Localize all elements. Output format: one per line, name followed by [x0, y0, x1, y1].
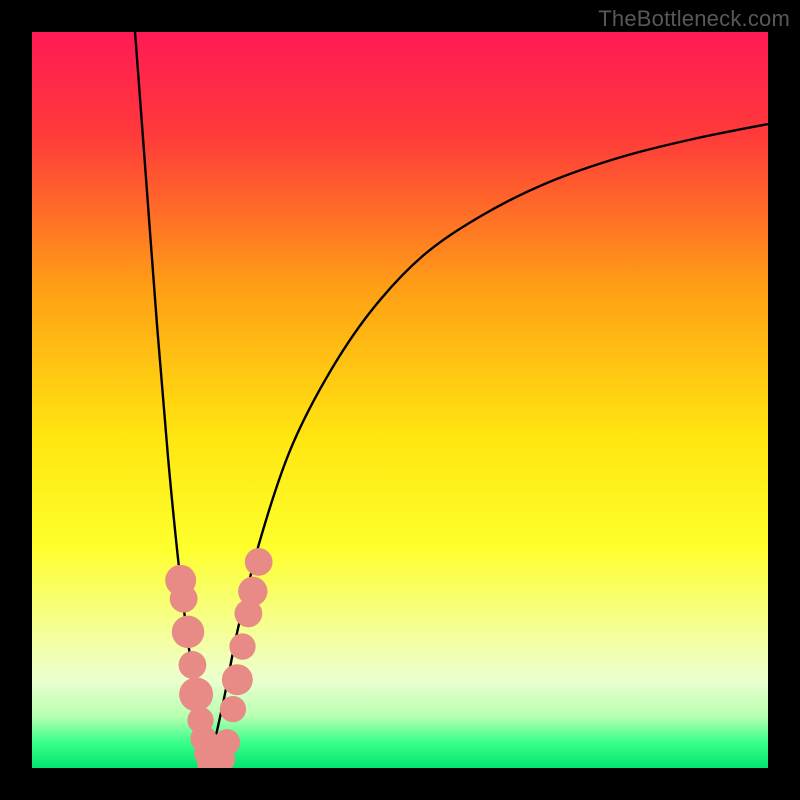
- data-marker: [170, 585, 198, 613]
- plot-area: [32, 32, 768, 768]
- data-marker: [214, 729, 240, 755]
- data-marker: [179, 677, 213, 711]
- data-marker: [245, 548, 273, 576]
- data-marker: [238, 577, 267, 606]
- data-marker: [222, 664, 253, 695]
- data-marker: [179, 651, 207, 679]
- chart-svg: [32, 32, 768, 768]
- data-marker: [229, 633, 255, 659]
- data-marker: [172, 616, 204, 648]
- chart-frame: TheBottleneck.com: [0, 0, 800, 800]
- watermark-text: TheBottleneck.com: [598, 6, 790, 32]
- data-marker: [220, 696, 246, 722]
